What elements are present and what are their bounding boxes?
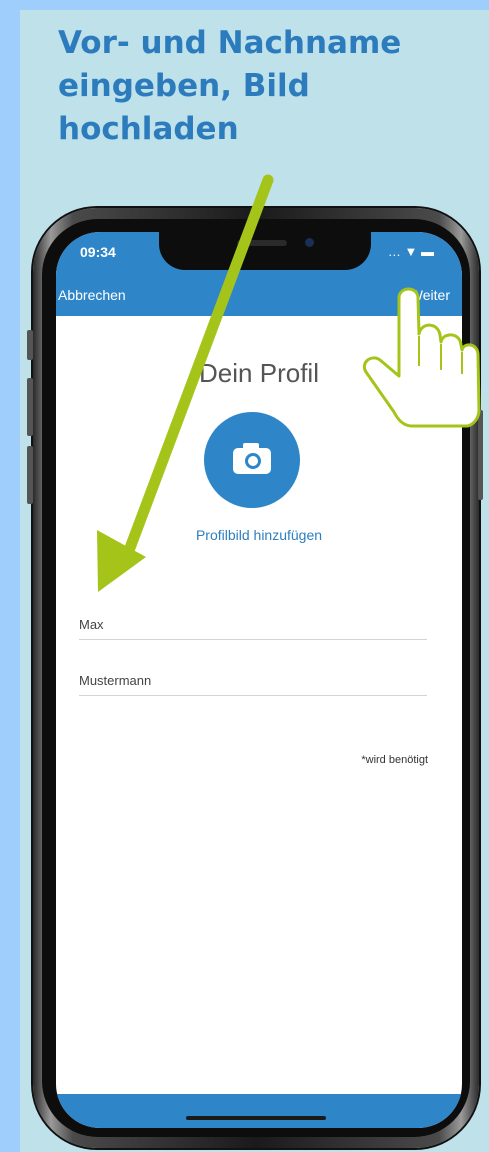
arrow-icon bbox=[97, 174, 274, 592]
pointing-hand-icon bbox=[363, 287, 481, 428]
annotation-overlay bbox=[97, 174, 481, 592]
